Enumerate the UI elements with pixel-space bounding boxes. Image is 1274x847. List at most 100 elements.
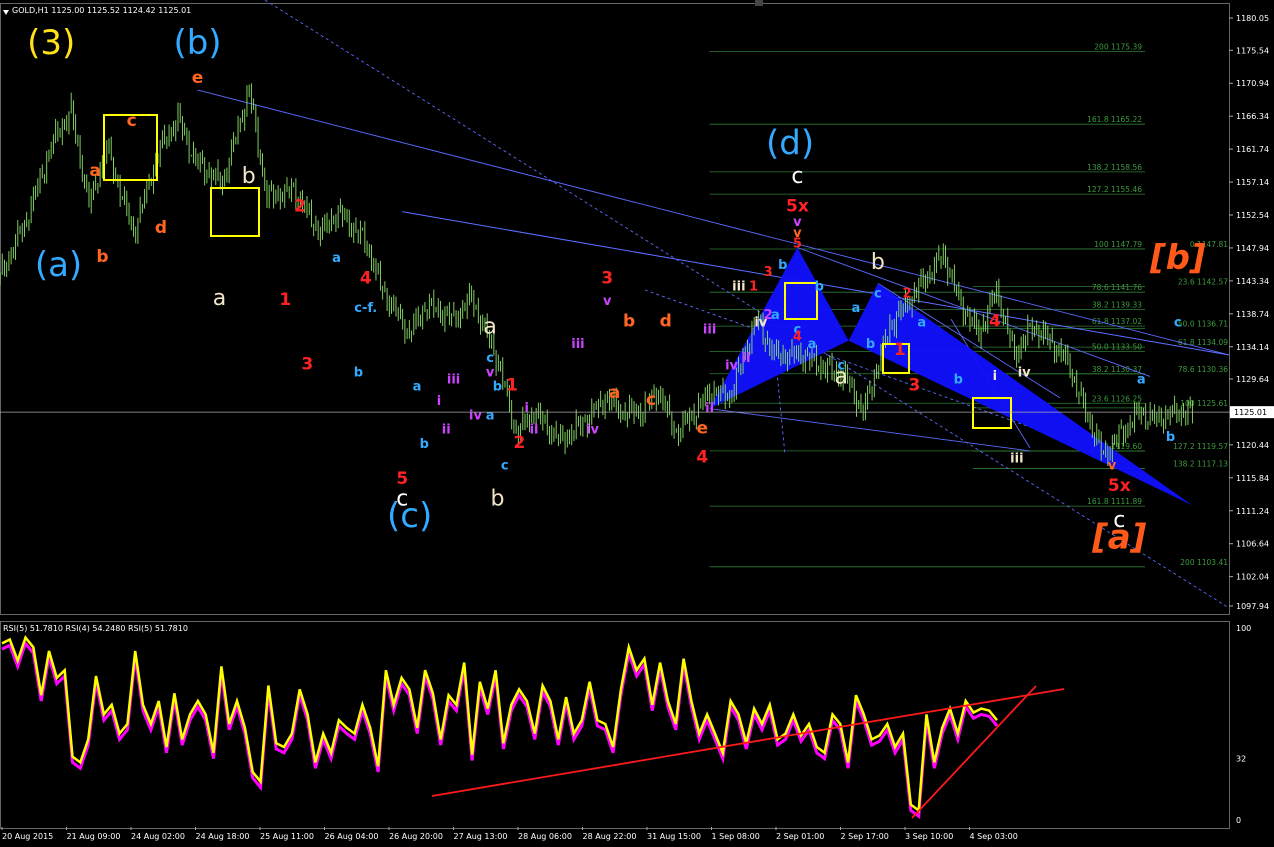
fib-level-label: 100 1147.79 [1094,240,1142,249]
x-tick-label: 4 Sep 03:00 [970,832,1018,841]
wave-label: a [332,251,341,266]
wave-label: d [660,311,672,331]
wave-label: ii [705,401,714,416]
rsi-tick-label: 100 [1236,624,1251,633]
wave-label: c [127,111,137,131]
wave-label: c [486,351,494,366]
wave-label: iii [447,373,460,388]
y-tick-label: 1138.74 [1236,310,1269,319]
y-tick-label: 1134.14 [1236,343,1269,352]
wave-label: (b) [173,23,221,63]
fib-level-label: 61.8 1134.09 [1178,338,1228,347]
x-tick-label: 24 Aug 02:00 [131,832,185,841]
fib-level-label: 38.2 1139.33 [1092,301,1142,310]
wave-label: a [483,314,496,339]
x-tick-label: 27 Aug 13:00 [454,832,508,841]
wave-label: 1 [749,279,758,294]
x-tick-label: 28 Aug 22:00 [583,832,637,841]
fib-level-label: 200 1103.41 [1180,558,1228,567]
wave-label: b [815,279,824,294]
wave-label: a [808,337,817,352]
wave-label: i [524,401,528,416]
wave-label: b [954,373,963,388]
wave-label: [a] [1091,517,1146,557]
wave-label: 4 [360,268,372,288]
wave-label: b [490,486,504,511]
y-tick-label: 1180.05 [1236,14,1269,23]
wave-label: c [501,459,509,474]
wave-label: c [874,287,882,302]
wave-label: 5x [1108,476,1131,496]
wave-label: iii [732,279,745,294]
wave-label: c [396,486,408,511]
price-panel-frame [0,3,1230,615]
current-price-label: 1125.01 [1234,408,1267,417]
wave-label: 2 [903,287,912,302]
wave-label: a [835,365,848,390]
y-tick-label: 1143.34 [1236,277,1269,286]
y-tick-label: 1097.94 [1236,602,1269,611]
y-tick-label: 1129.64 [1236,375,1269,384]
y-tick-label: 1120.44 [1236,441,1269,450]
fib-level-label: 161.8 1165.22 [1087,115,1142,124]
y-tick-label: 1161.74 [1236,145,1269,154]
wave-label: v [603,294,612,309]
collapse-triangle-icon[interactable] [3,10,9,15]
ohlc-label: 1125.00 1125.52 1124.42 1125.01 [51,6,192,15]
wave-label: ii [442,423,451,438]
wave-label: ii [530,423,539,438]
wave-label: b [420,437,429,452]
y-tick-label: 1166.34 [1236,112,1269,121]
wave-label: iii [571,337,584,352]
wave-label: b [96,247,108,267]
y-tick-label: 1147.94 [1236,244,1269,253]
wave-label: a [852,301,861,316]
fib-level-label: 78.6 1141.76 [1092,283,1142,292]
x-tick-label: 25 Aug 11:00 [260,832,314,841]
wave-label: iv [586,423,599,438]
wave-label: 1 [894,340,906,360]
x-tick-label: 20 Aug 2015 [2,832,53,841]
y-tick-label: 1111.24 [1236,507,1269,516]
wave-label: 4 [989,311,1001,331]
wave-label: 3 [301,354,313,374]
wave-label: 3 [909,376,921,396]
fib-level-label: 78.6 1130.36 [1178,365,1228,374]
wave-label: b [871,250,885,275]
x-tick-label: 3 Sep 10:00 [905,832,953,841]
wave-label: a [917,315,926,330]
yellow-highlight-box [210,187,260,237]
y-tick-label: 1152.54 [1236,211,1269,220]
wave-label: a [89,161,100,181]
chart-svg: 200 1175.39161.8 1165.22138.2 1158.56127… [0,0,1274,841]
symbol-header: GOLD,H1 1125.00 1125.52 1124.42 1125.01 [12,6,191,15]
wave-label: 3 [764,265,773,280]
scroll-marker-icon [755,0,763,6]
wave-label: b [354,365,363,380]
y-tick-label: 1106.64 [1236,540,1269,549]
x-tick-label: 31 Aug 15:00 [647,832,701,841]
y-tick-label: 1175.54 [1236,46,1269,55]
wave-label: c [1174,315,1182,330]
wave-label: [b] [1149,238,1206,278]
wave-label: b [623,311,635,331]
fib-level-label: 50.0 1133.50 [1092,342,1142,351]
fib-level-label: 138.2 1158.56 [1087,163,1142,172]
fib-level-label: 127.2 1155.46 [1087,185,1142,194]
fib-level-label: 200 1175.39 [1094,42,1142,51]
x-tick-label: 2 Sep 17:00 [841,832,889,841]
wave-label: b [866,337,875,352]
wave-label: 5x [786,197,809,217]
symbol-label: GOLD,H1 [12,6,49,15]
chart-stage: 200 1175.39 161.8 1165.22 138.2 1158.56 127… [0,0,1274,843]
x-tick-label: 1 Sep 08:00 [712,832,760,841]
wave-label: b [1166,430,1175,445]
fib-level-label: 138.2 1117.13 [1173,460,1228,469]
wave-label: 3 [601,268,613,288]
wave-label: iv [469,408,482,423]
wave-label: i [437,394,441,409]
fib-level-label: 161.8 1111.89 [1087,497,1142,506]
y-tick-label: 1170.94 [1236,79,1269,88]
rsi-tick-label: 0 [1236,816,1241,825]
wave-label: a [486,408,495,423]
